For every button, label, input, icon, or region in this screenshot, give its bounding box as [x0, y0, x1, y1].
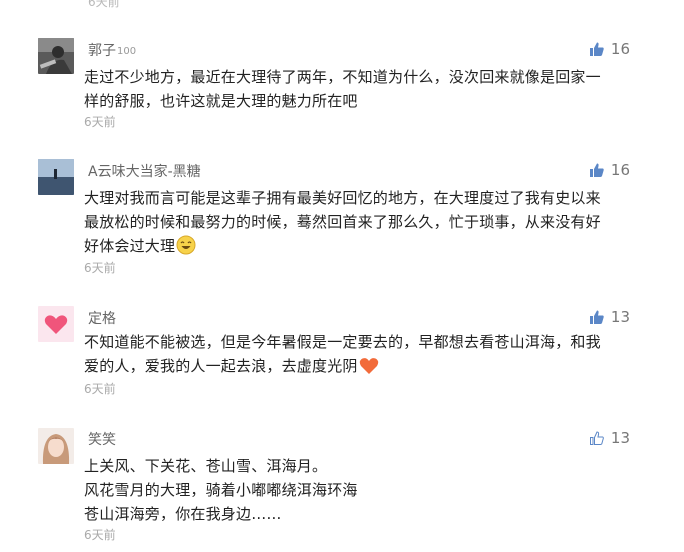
thumbs-up-icon [589, 310, 604, 324]
avatar[interactable] [38, 159, 74, 195]
thumbs-up-icon [589, 163, 604, 177]
comment-time: 6天前 [84, 261, 116, 275]
thumbs-up-icon [589, 431, 604, 445]
avatar[interactable] [38, 428, 74, 464]
thumbs-up-icon [589, 42, 604, 56]
user-level-badge: 100 [117, 46, 137, 57]
comment-time: 6天前 [84, 528, 116, 542]
like-button[interactable]: 13 [589, 428, 630, 448]
like-count: 16 [610, 40, 630, 58]
laughing-emoji [176, 235, 196, 262]
avatar[interactable] [38, 306, 74, 342]
heart-emoji [359, 357, 379, 382]
like-count: 13 [610, 308, 630, 326]
comment-text: 大理对我而言可能是这辈子拥有最美好回忆的地方，在大理度过了我有史以来 最放松的时… [84, 186, 644, 262]
comment-author[interactable]: 笑笑 [88, 430, 116, 450]
avatar[interactable] [38, 38, 74, 74]
comment-author[interactable]: 郭子100 [88, 41, 136, 62]
like-button[interactable]: 16 [589, 160, 630, 180]
comment-time: 6天前 [84, 382, 116, 396]
like-count: 16 [610, 161, 630, 179]
comment-time: 6天前 [84, 115, 116, 129]
like-button[interactable]: 13 [589, 307, 630, 327]
comment-author[interactable]: A云味大当家-黑糖 [88, 162, 201, 182]
comment-author[interactable]: 定格 [88, 309, 116, 329]
comment-text: 不知道能不能被选，但是今年暑假是一定要去的，早都想去看苍山洱海，和我 爱的人，爱… [84, 330, 644, 382]
previous-comment-time: 6天前 [88, 0, 120, 9]
comment-text: 上关风、下关花、苍山雪、洱海月。 风花雪月的大理，骑着小嘟嘟绕洱海环海 苍山洱海… [84, 457, 358, 523]
like-count: 13 [610, 429, 630, 447]
comment-text: 走过不少地方，最近在大理待了两年，不知道为什么，没次回来就像是回家一 样的舒服，… [84, 68, 601, 110]
like-button[interactable]: 16 [589, 39, 630, 59]
